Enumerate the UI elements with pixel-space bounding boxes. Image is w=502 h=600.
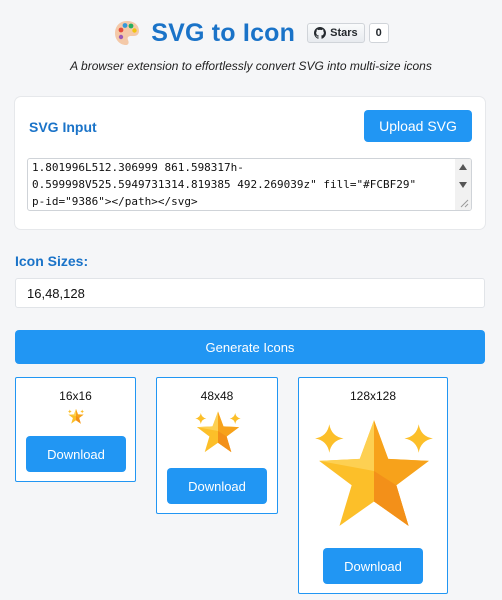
svg-input-textarea[interactable]: 1.801996L512.306999 861.598317h- 0.59999… — [27, 158, 472, 211]
svg-input-label: SVG Input — [29, 119, 97, 135]
upload-svg-button[interactable]: Upload SVG — [364, 110, 472, 142]
github-stars-count[interactable]: 0 — [368, 23, 389, 43]
icon-size-label: 16x16 — [59, 389, 92, 403]
svg-content-line: p-id="9386"></path></svg> — [32, 195, 198, 208]
github-stars-button[interactable]: Stars — [307, 23, 365, 43]
icon-preview-card-16: 16x16 Download — [15, 377, 136, 482]
download-button[interactable]: Download — [323, 548, 423, 584]
download-button[interactable]: Download — [26, 436, 126, 472]
scroll-up-icon[interactable] — [459, 164, 467, 170]
resize-handle-icon[interactable] — [459, 198, 469, 208]
github-stars-widget[interactable]: Stars 0 — [307, 23, 389, 43]
svg-content-line: 1.801996L512.306999 861.598317h- — [32, 161, 244, 174]
icon-preview-card-128: 128x128 Download — [298, 377, 448, 594]
app-header: SVG to Icon Stars 0 — [0, 16, 502, 50]
star-icon — [195, 411, 241, 453]
github-stars-label: Stars — [330, 27, 358, 39]
svg-input-card: SVG Input Upload SVG 1.801996L512.306999… — [15, 97, 485, 229]
icon-size-label: 48x48 — [200, 389, 234, 403]
star-icon — [315, 420, 433, 526]
icon-sizes-input[interactable]: 16,48,128 — [15, 278, 485, 308]
github-icon — [314, 27, 327, 39]
page-subtitle: A browser extension to effortlessly conv… — [70, 59, 432, 73]
icon-sizes-label: Icon Sizes: — [15, 253, 89, 269]
icon-size-label: 128x128 — [349, 389, 397, 403]
star-icon — [67, 408, 85, 424]
palette-icon — [115, 21, 140, 45]
download-button[interactable]: Download — [167, 468, 267, 504]
generate-icons-button[interactable]: Generate Icons — [15, 330, 485, 364]
scroll-down-icon[interactable] — [459, 182, 467, 188]
icon-preview-card-48: 48x48 Download — [156, 377, 278, 514]
svg-content-line: 0.599998V525.5949731314.819385 492.26903… — [32, 178, 417, 191]
page-title: SVG to Icon — [151, 18, 296, 47]
icon-sizes-value: 16,48,128 — [27, 285, 85, 301]
